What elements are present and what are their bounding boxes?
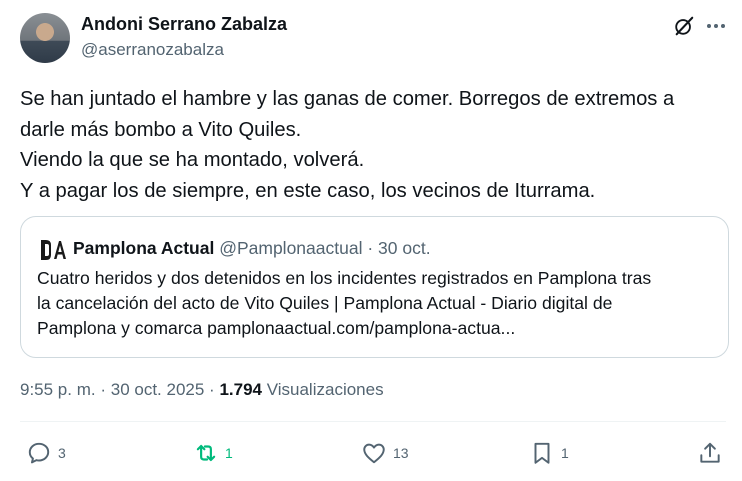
reply-icon xyxy=(28,442,50,464)
quote-date[interactable]: 30 oct. xyxy=(378,238,431,258)
retweet-icon xyxy=(196,444,216,462)
author-name[interactable]: Andoni Serrano Zabalza xyxy=(81,14,287,35)
retweet-count: 1 xyxy=(225,445,233,461)
like-button[interactable]: 13 xyxy=(361,440,409,466)
tweet-meta: 9:55 p. m. · 30 oct. 2025 · 1.794 Visual… xyxy=(20,380,384,400)
meta-separator: · xyxy=(209,380,220,399)
quote-tweet-card[interactable]: Pamplona Actual @Pamplonaactual · 30 oct… xyxy=(20,216,729,358)
tweet-line: Viendo la que se ha montado, volverá. xyxy=(20,149,365,171)
share-icon xyxy=(700,442,720,463)
more-icon[interactable] xyxy=(704,15,728,37)
retweet-button[interactable]: 1 xyxy=(193,440,233,466)
like-icon xyxy=(363,443,385,464)
tweet-text: Se han juntado el hambre y las ganas de … xyxy=(20,84,725,206)
share-button[interactable] xyxy=(697,440,723,466)
tweet-line: Se han juntado el hambre y las ganas de … xyxy=(20,88,675,110)
views-label: Visualizaciones xyxy=(266,380,384,399)
quote-text: Cuatro heridos y dos detenidos en los in… xyxy=(37,266,722,341)
quote-header: Pamplona Actual @Pamplonaactual · 30 oct… xyxy=(73,238,431,259)
author-avatar[interactable] xyxy=(20,13,70,63)
meta-separator: · xyxy=(100,380,111,399)
like-count: 13 xyxy=(393,445,409,461)
tweet-date[interactable]: 30 oct. 2025 xyxy=(111,380,205,399)
bookmark-button[interactable]: 1 xyxy=(529,440,569,466)
quote-line: Cuatro heridos y dos detenidos en los in… xyxy=(37,268,652,288)
bookmark-icon xyxy=(534,442,550,464)
views-count: 1.794 xyxy=(219,380,262,399)
author-handle[interactable]: @aserranozabalza xyxy=(81,40,224,60)
quote-avatar[interactable] xyxy=(38,237,68,263)
quote-line: la cancelación del acto de Vito Quiles |… xyxy=(37,293,613,313)
tweet-time[interactable]: 9:55 p. m. xyxy=(20,380,96,399)
quote-author-handle[interactable]: @Pamplonaactual xyxy=(219,238,362,258)
bookmark-count: 1 xyxy=(561,445,569,461)
divider xyxy=(20,421,726,422)
tweet-line: darle más bombo a Vito Quiles. xyxy=(20,118,302,141)
reply-count: 3 xyxy=(58,445,66,461)
quote-separator: · xyxy=(367,238,379,258)
quote-author-name[interactable]: Pamplona Actual xyxy=(73,238,214,258)
grok-icon[interactable] xyxy=(673,15,695,37)
tweet-line: Y a pagar los de siempre, en este caso, … xyxy=(20,179,596,202)
reply-button[interactable]: 3 xyxy=(26,440,66,466)
quote-line: Pamplona y comarca pamplonaactual.com/pa… xyxy=(37,318,516,338)
